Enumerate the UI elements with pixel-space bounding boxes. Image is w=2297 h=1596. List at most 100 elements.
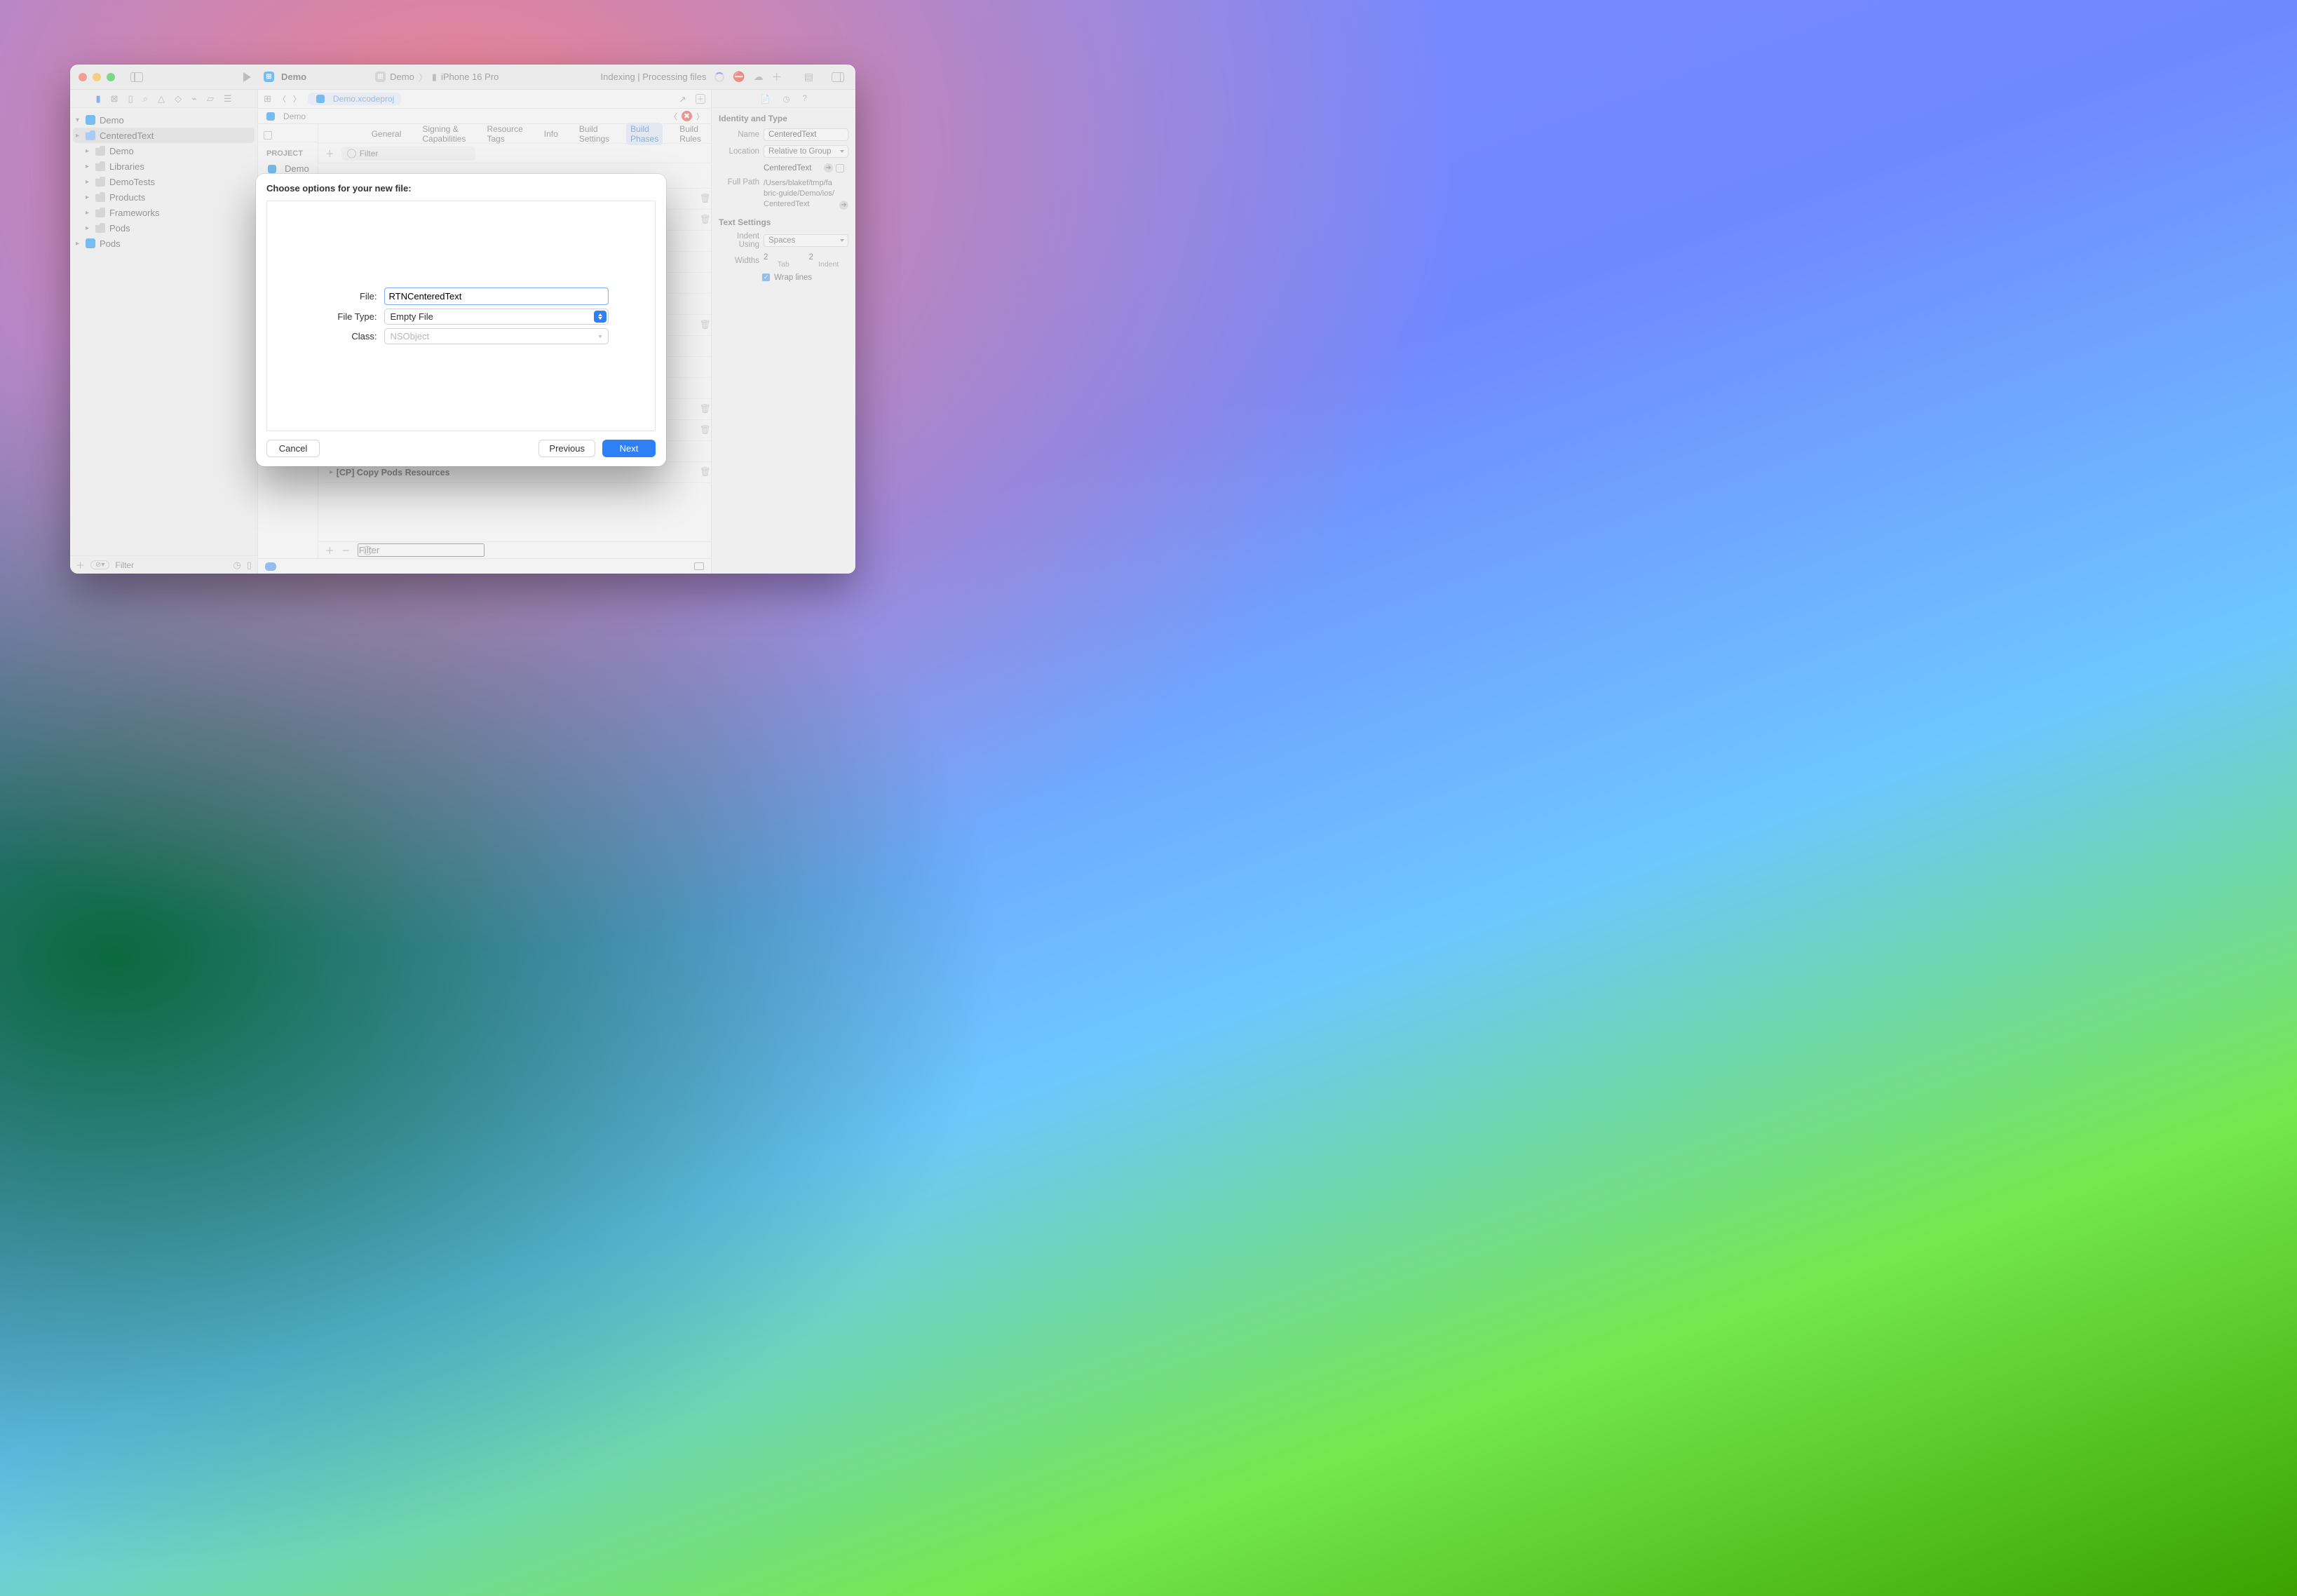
editor-tab[interactable]: Demo.xcodeproj (308, 93, 401, 105)
tab-info[interactable]: Info (540, 128, 562, 140)
tab-resource-tags[interactable]: Resource Tags (482, 123, 527, 145)
trash-icon[interactable]: 🗑 (700, 425, 711, 435)
zoom-window-icon[interactable] (107, 73, 115, 81)
file-icon (266, 112, 275, 121)
disclosure-icon[interactable]: ▸ (86, 163, 94, 170)
trash-icon[interactable]: 🗑 (700, 467, 711, 478)
tree-item[interactable]: ▸ Demo (70, 143, 257, 158)
cloud-icon[interactable]: ☁ (754, 71, 764, 83)
folder-icon (95, 146, 105, 156)
square-icon[interactable] (264, 131, 272, 140)
scheme-selector[interactable]: ⊞ Demo 〉 ▮ iPhone 16 Pro (375, 70, 499, 83)
next-button[interactable]: Next (602, 440, 656, 457)
disclosure-icon[interactable]: ▸ (86, 209, 94, 217)
close-window-icon[interactable] (79, 73, 87, 81)
sidebar-collapse-icon[interactable]: ▯ (247, 560, 252, 571)
cancel-button[interactable]: Cancel (266, 440, 320, 457)
add-target-icon[interactable]: ＋ (325, 543, 334, 557)
find-navigator-icon[interactable]: ⌕ (143, 93, 148, 104)
prev-issue-icon[interactable]: 〈 (670, 111, 677, 122)
field-label: Indent Using (719, 232, 759, 249)
trash-icon[interactable]: 🗑 (700, 215, 711, 225)
plus-icon[interactable]: ＋ (772, 70, 782, 84)
history-inspector-icon[interactable]: ◷ (782, 94, 790, 104)
breakpoint-navigator-icon[interactable]: ▱ (207, 93, 214, 104)
debug-bubble-icon[interactable] (265, 562, 276, 571)
tree-item[interactable]: ▸ Libraries (70, 158, 257, 174)
tab-signing[interactable]: Signing & Capabilities (418, 123, 470, 145)
toggle-left-sidebar-icon[interactable] (130, 72, 143, 82)
class-select[interactable]: NSObject (384, 328, 609, 344)
tree-item[interactable]: ▸ Pods (70, 220, 257, 236)
previous-button[interactable]: Previous (538, 440, 595, 457)
disclosure-icon[interactable]: ▸ (86, 147, 94, 155)
field-label: Location (719, 147, 759, 156)
toggle-right-sidebar-icon[interactable] (832, 72, 844, 82)
file-name-input[interactable] (384, 288, 609, 305)
scm-filter-pill[interactable]: ⊘▾ (90, 560, 109, 569)
tree-item[interactable]: ▸ Products (70, 189, 257, 205)
related-items-icon[interactable]: ⊞ (264, 93, 271, 104)
wrap-lines-checkbox[interactable]: ✓ Wrap lines (712, 271, 855, 282)
add-phase-icon[interactable]: ＋ (325, 147, 334, 160)
remove-target-icon[interactable]: － (341, 543, 351, 557)
tab-build-rules[interactable]: Build Rules (675, 123, 705, 145)
tab-general[interactable]: General (367, 128, 406, 140)
run-button-icon[interactable] (243, 72, 251, 82)
jump-bar[interactable]: Demo 〈 ✖ 〉 (258, 109, 711, 124)
toggle-debug-area-icon[interactable] (694, 562, 704, 570)
error-indicator-icon[interactable]: ⛔ (733, 71, 745, 83)
folder-picker-icon[interactable] (836, 164, 844, 173)
phases-filter-input[interactable] (341, 147, 475, 161)
issue-badge-icon[interactable]: ✖ (682, 111, 692, 121)
source-control-navigator-icon[interactable]: ⊠ (111, 93, 118, 104)
field-label: Widths (719, 257, 759, 265)
inspector-location-select[interactable]: Relative to Group (764, 145, 848, 158)
tree-root[interactable]: ▸ Pods (70, 236, 257, 251)
titlebar-center: ⊞ Demo ⊞ Demo 〉 ▮ iPhone 16 Pro (264, 70, 499, 83)
disclosure-icon[interactable]: ▸ (76, 132, 84, 140)
test-navigator-icon[interactable]: ◇ (175, 93, 182, 104)
inspector-name-input[interactable] (764, 128, 848, 141)
file-inspector-icon[interactable]: 📄 (760, 94, 770, 104)
tab-build-settings[interactable]: Build Settings (575, 123, 614, 145)
tab-build-phases[interactable]: Build Phases (626, 123, 663, 145)
reveal-finder-icon[interactable]: ➜ (839, 201, 848, 210)
file-type-select[interactable]: Empty File (384, 309, 609, 325)
trash-icon[interactable]: 🗑 (700, 404, 711, 414)
library-icon[interactable]: ▤ (804, 71, 813, 83)
recent-icon[interactable]: ◷ (233, 560, 241, 571)
tree-item[interactable]: ▸ Frameworks (70, 205, 257, 220)
tree-root[interactable]: ▾ Demo (70, 112, 257, 128)
trash-icon[interactable]: 🗑 (700, 320, 711, 330)
tree-item[interactable]: ▸ CenteredText (73, 128, 255, 143)
trash-icon[interactable]: 🗑 (700, 194, 711, 204)
issue-navigator-icon[interactable]: △ (158, 93, 165, 104)
tree-label: Pods (100, 238, 121, 249)
project-navigator-icon[interactable]: ▮ (96, 93, 101, 104)
disclosure-icon[interactable]: ▾ (76, 116, 84, 124)
help-inspector-icon[interactable]: ? (802, 95, 806, 103)
tree-label: Demo (109, 146, 134, 156)
adjust-editor-icon[interactable]: ↗ (679, 94, 689, 104)
debug-navigator-icon[interactable]: ⌁ (191, 93, 197, 104)
folder-icon (86, 130, 95, 140)
tree-item[interactable]: ▸ DemoTests (70, 174, 257, 189)
add-icon[interactable]: ＋ (76, 558, 85, 572)
disclosure-icon[interactable]: ▸ (86, 224, 94, 232)
disclosure-icon[interactable]: ▸ (86, 194, 94, 201)
back-icon[interactable]: 〈 (278, 93, 286, 104)
navigator-filter-input[interactable] (115, 560, 227, 570)
forward-icon[interactable]: 〉 (293, 93, 301, 104)
minimize-window-icon[interactable] (93, 73, 101, 81)
targets-filter-input[interactable] (358, 543, 485, 557)
checkbox-label: Wrap lines (774, 273, 812, 282)
next-issue-icon[interactable]: 〉 (696, 111, 704, 122)
report-navigator-icon[interactable]: ☰ (224, 93, 232, 104)
add-editor-icon[interactable] (696, 94, 705, 104)
reveal-icon[interactable]: ➜ (824, 163, 833, 173)
bookmark-navigator-icon[interactable]: ▯ (128, 93, 133, 104)
inspector-indent-select[interactable]: Spaces (764, 234, 848, 247)
disclosure-icon[interactable]: ▸ (86, 178, 94, 186)
disclosure-icon[interactable]: ▸ (76, 240, 84, 248)
